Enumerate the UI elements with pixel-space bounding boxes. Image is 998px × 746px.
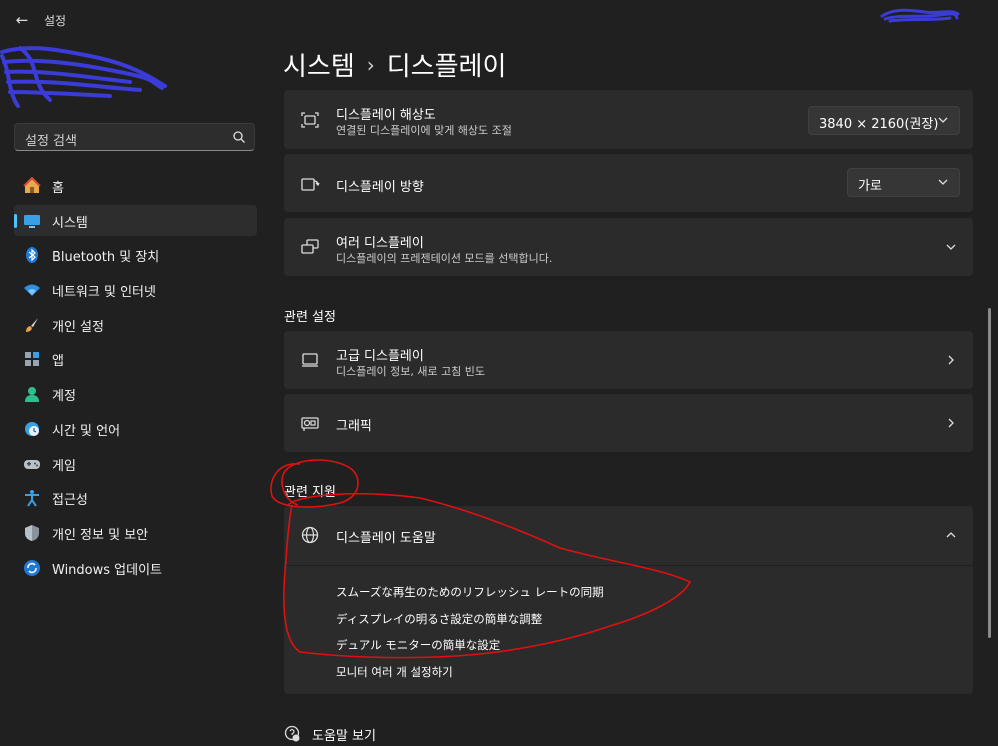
apps-icon (25, 352, 39, 367)
search-placeholder: 설정 검색 (25, 134, 77, 149)
title-bar: ← 설정 (0, 0, 998, 40)
sidebar-item-label: Bluetooth 및 장치 (52, 250, 160, 266)
globe-icon (301, 526, 319, 544)
help-link[interactable]: スムーズな再生のためのリフレッシュ レートの同期 (336, 584, 604, 600)
divider (284, 565, 973, 566)
breadcrumb-separator: › (366, 53, 375, 77)
help-link[interactable]: ディスプレイの明るさ設定の簡単な調整 (336, 611, 542, 627)
sidebar-item-label: 개인 정보 및 보안 (52, 527, 149, 543)
advanced-display-card[interactable]: 고급 디스플레이 디스플레이 정보, 새로 고침 빈도 (284, 331, 973, 389)
back-arrow-icon[interactable]: ← (12, 10, 32, 30)
resolution-title: 디스플레이 해상도 (336, 108, 436, 123)
sidebar-item-label: 시스템 (52, 215, 88, 231)
sidebar-item-label: Windows 업데이트 (52, 562, 163, 578)
chevron-right-icon (948, 355, 954, 365)
bluetooth-icon (26, 247, 38, 264)
sidebar-item-network[interactable]: 네트워크 및 인터넷 (14, 274, 257, 305)
sidebar-item-label: 시간 및 언어 (52, 423, 121, 439)
redaction-scribble (0, 46, 167, 108)
sidebar-item-label: 게임 (52, 458, 76, 474)
accessibility-icon (25, 490, 39, 507)
chevron-right-icon (948, 418, 954, 428)
orientation-title: 디스플레이 방향 (336, 180, 424, 195)
sidebar-item-label: 계정 (52, 389, 76, 405)
update-icon (24, 559, 40, 576)
account-icon (25, 387, 39, 403)
shield-icon (25, 524, 39, 541)
sidebar-item-label: 접근성 (52, 493, 88, 509)
sidebar-item-label: 네트워크 및 인터넷 (52, 285, 156, 301)
advanced-display-title: 고급 디스플레이 (336, 349, 424, 364)
breadcrumb: 시스템 › 디스플레이 (283, 46, 506, 83)
search-input[interactable]: 설정 검색 (14, 123, 255, 151)
orientation-icon (301, 178, 320, 191)
paintbrush-icon (26, 317, 38, 332)
chevron-down-icon[interactable] (945, 241, 957, 253)
advanced-display-subtitle: 디스플레이 정보, 새로 고침 빈도 (336, 365, 486, 378)
related-support-heading: 관련 지원 (284, 485, 336, 500)
breadcrumb-parent[interactable]: 시스템 (283, 52, 355, 82)
sidebar-item-accessibility[interactable]: 접근성 (14, 482, 257, 513)
resolution-icon (301, 112, 319, 128)
multiple-displays-icon (301, 239, 319, 254)
chevron-down-icon (938, 179, 948, 185)
gamepad-icon (24, 459, 40, 469)
graphics-title: 그래픽 (336, 419, 372, 434)
multiple-displays-card[interactable]: 여러 디스플레이 디스플레이의 프레젠테이션 모드를 선택합니다. (284, 218, 973, 276)
sidebar-item-personalization[interactable]: 개인 설정 (14, 309, 257, 340)
display-help-title[interactable]: 디스플레이 도움말 (336, 527, 436, 546)
sidebar-item-windows-update[interactable]: Windows 업데이트 (14, 552, 257, 583)
page-title: 디스플레이 (386, 52, 507, 82)
clock-globe-icon (25, 421, 39, 436)
app-title: 설정 (44, 14, 67, 28)
graphics-card[interactable]: 그래픽 (284, 394, 973, 452)
resolution-value: 3840 × 2160(권장) (819, 117, 939, 132)
chevron-down-icon (938, 117, 948, 123)
redaction-scribble (880, 8, 960, 23)
multiple-displays-title: 여러 디스플레이 (336, 236, 424, 251)
get-help-link[interactable]: 도움말 보기 (312, 725, 376, 744)
sidebar-item-system[interactable]: 시스템 (14, 204, 257, 236)
wifi-icon (24, 284, 40, 297)
multiple-displays-subtitle: 디스플레이의 프레젠테이션 모드를 선택합니다. (336, 252, 553, 265)
sidebar-item-home[interactable]: 홈 (14, 170, 257, 201)
search-icon[interactable] (232, 130, 246, 144)
sidebar-item-label: 홈 (52, 181, 64, 196)
related-settings-heading: 관련 설정 (284, 310, 336, 325)
sidebar-item-privacy[interactable]: 개인 정보 및 보안 (14, 517, 257, 548)
help-link[interactable]: デュアル モニターの簡単な設定 (336, 637, 500, 653)
sidebar-item-time-language[interactable]: 시간 및 언어 (14, 413, 257, 444)
monitor-icon (302, 353, 318, 367)
orientation-dropdown[interactable]: 가로 (847, 168, 960, 197)
orientation-value: 가로 (858, 179, 882, 194)
sidebar-item-bluetooth[interactable]: Bluetooth 및 장치 (14, 239, 257, 270)
orientation-card: 디스플레이 방향 가로 (284, 154, 973, 212)
resolution-card: 디스플레이 해상도 연결된 디스플레이에 맞게 해상도 조절 3840 × 21… (284, 90, 973, 149)
sidebar-item-accounts[interactable]: 계정 (14, 378, 257, 409)
sidebar-item-gaming[interactable]: 게임 (14, 448, 257, 479)
get-help-icon (284, 725, 300, 742)
resolution-dropdown[interactable]: 3840 × 2160(권장) (808, 106, 960, 135)
sidebar-nav: 홈 시스템 Bluetooth 및 장치 네트워크 및 인터넷 개인 설정 앱 (14, 170, 257, 586)
sidebar-item-label: 앱 (52, 354, 64, 370)
resolution-subtitle: 연결된 디스플레이에 맞게 해상도 조절 (336, 124, 512, 137)
system-icon (24, 214, 40, 228)
sidebar-item-apps[interactable]: 앱 (14, 343, 257, 374)
display-help-panel: 디스플레이 도움말 スムーズな再生のためのリフレッシュ レートの同期 ディスプレ… (284, 506, 973, 694)
help-link[interactable]: 모니터 여러 개 설정하기 (336, 664, 453, 680)
scrollbar[interactable] (988, 308, 991, 638)
home-icon (23, 177, 41, 193)
chevron-up-icon[interactable] (945, 529, 957, 541)
graphics-card-icon (301, 417, 319, 431)
sidebar-item-label: 개인 설정 (52, 319, 104, 335)
